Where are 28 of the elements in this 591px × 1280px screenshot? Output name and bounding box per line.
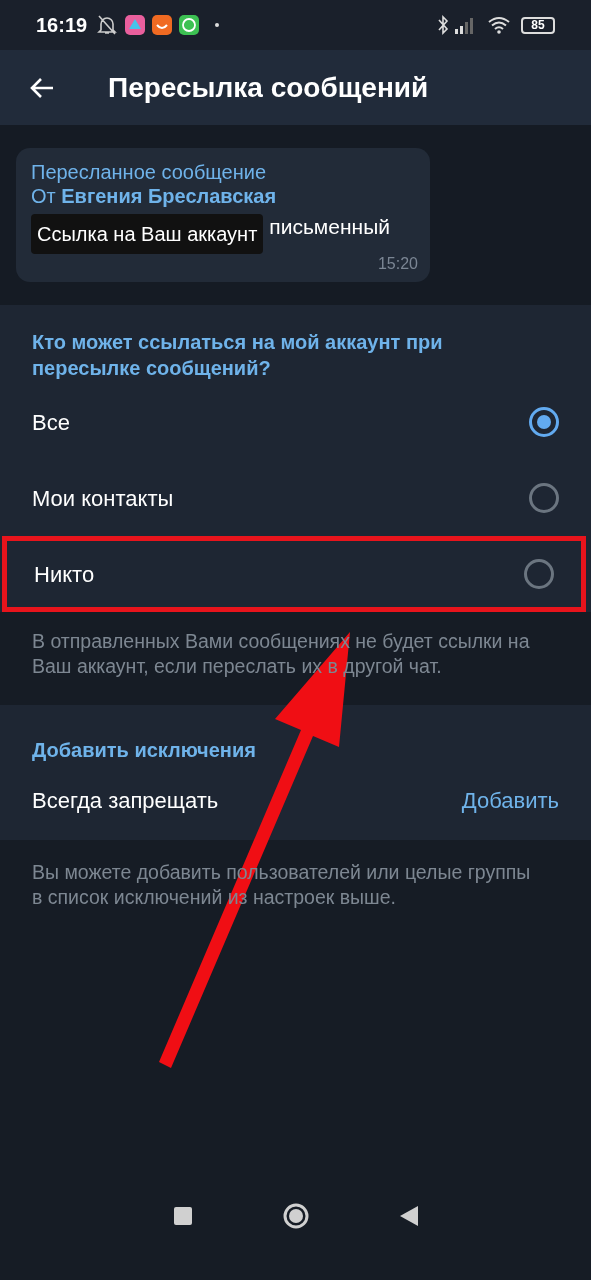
message-text: письменный <box>269 214 390 240</box>
section-heading: Добавить исключения <box>31 738 257 763</box>
radio-button[interactable] <box>529 483 559 513</box>
radio-button[interactable] <box>529 407 559 437</box>
add-link[interactable]: Добавить <box>461 783 559 817</box>
chat-app-icon <box>179 15 200 35</box>
battery-indicator: 85 <box>521 16 555 34</box>
radio-option[interactable]: Все <box>0 384 591 460</box>
bell-off-icon <box>97 14 118 36</box>
forwarded-label: Пересланное сообщение <box>31 160 267 184</box>
dot-icon <box>215 23 220 27</box>
back-nav-button[interactable] <box>399 1206 418 1226</box>
wifi-icon <box>487 16 511 34</box>
screen-title: Пересылка сообщений <box>108 70 429 105</box>
section-heading: Кто может ссылаться на мой аккаунт при пересылке сообщений? <box>31 330 444 381</box>
home-button[interactable] <box>281 1202 310 1230</box>
recents-button[interactable] <box>173 1207 192 1225</box>
shopping-app-icon <box>152 15 173 35</box>
message-time: 15:20 <box>377 254 418 274</box>
app-icon <box>125 15 146 35</box>
radio-option[interactable]: Мои контакты <box>0 460 591 536</box>
setting-label: Всегда запрещать <box>32 786 220 815</box>
forwarded-from: От Евгения Бреславская <box>31 184 277 208</box>
radio-button[interactable] <box>524 559 554 589</box>
radio-option[interactable]: Никто <box>2 536 586 612</box>
status-time: 16:19 <box>36 13 88 38</box>
bluetooth-icon <box>437 15 449 35</box>
tooltip: Ссылка на Ваш аккаунт <box>31 214 264 254</box>
